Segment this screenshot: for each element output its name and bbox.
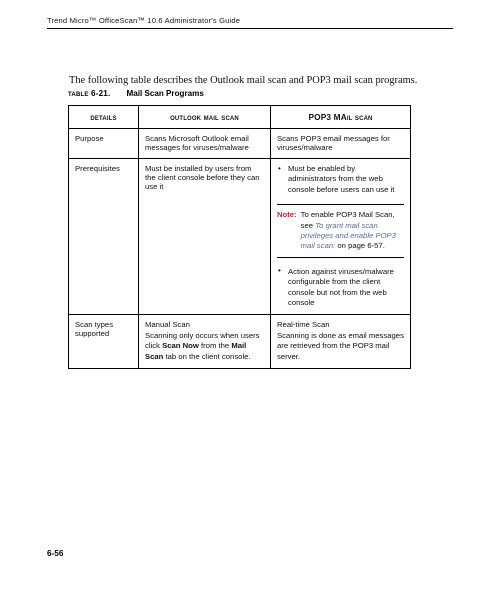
table-row: Scan types supported Manual Scan Scannin…	[68, 314, 411, 370]
note-text-after: on page 6-57.	[335, 241, 385, 251]
row-prerequisites-pop3: Must be enabled by administrators from t…	[270, 157, 411, 316]
intro-paragraph: The following table describes the Outloo…	[69, 75, 418, 87]
table-caption: Table 6-21. Mail Scan Programs	[68, 89, 204, 98]
note-label: Note:	[277, 210, 297, 220]
header-rule	[47, 28, 453, 29]
pop3-scan-type-description: Scanning is done as email messages are r…	[277, 330, 404, 361]
outlook-scan-type-description: Scanning only occurs when users click Sc…	[145, 331, 264, 362]
note-text: To enable POP3 Mail Scan, see To grant m…	[301, 210, 404, 252]
list-item: Must be enabled by administrators from t…	[277, 163, 404, 195]
row-prerequisites-details: Prerequisites	[68, 157, 139, 316]
running-header-text: Trend Micro™ OfficeScan™ 10.6 Administra…	[47, 16, 241, 25]
page-number: 6-56	[47, 549, 64, 558]
row-purpose-outlook: Scans Microsoft Outlook email messages f…	[138, 128, 271, 159]
outlook-scan-type-name: Manual Scan	[145, 320, 190, 330]
scan-now-emphasis: Scan Now	[162, 341, 199, 351]
note-body: Note: To enable POP3 Mail Scan, see To g…	[277, 210, 404, 252]
table-caption-label: Table 6-21.	[68, 89, 111, 98]
mail-scan-programs-table: Details Outlook Mail Scan POP3 MAil Scan…	[68, 105, 411, 370]
outlook-desc-part-2: from the	[198, 341, 232, 351]
row-purpose-details: Purpose	[68, 128, 139, 159]
table-caption-title: Mail Scan Programs	[126, 89, 204, 98]
pop3-prerequisite-bullet-list-top: Must be enabled by administrators from t…	[277, 163, 404, 195]
column-header-pop3-mail-scan: POP3 MAil Scan	[270, 105, 411, 129]
row-prerequisites-outlook: Must be installed by users from the clie…	[138, 157, 271, 316]
row-purpose-pop3: Scans POP3 email messages for viruses/ma…	[270, 128, 411, 159]
table-row: Purpose Scans Microsoft Outlook email me…	[68, 128, 411, 159]
row-scan-types-details: Scan types supported	[68, 314, 139, 370]
note-callout: Note: To enable POP3 Mail Scan, see To g…	[277, 204, 404, 258]
outlook-desc-part-3: tab on the client console.	[163, 351, 251, 361]
column-header-outlook-mail-scan: Outlook Mail Scan	[138, 105, 271, 129]
running-header: Trend Micro™ OfficeScan™ 10.6 Administra…	[47, 16, 453, 29]
row-scan-types-pop3: Real-time Scan Scanning is done as email…	[270, 314, 411, 370]
table-row: Prerequisites Must be installed by users…	[68, 157, 411, 316]
column-header-details: Details	[68, 105, 139, 129]
list-item: Action against viruses/malware configura…	[277, 266, 404, 309]
pop3-scan-type-name: Real-time Scan	[277, 320, 330, 330]
column-header-pop3-prefix: POP3 MA	[308, 112, 347, 122]
row-scan-types-outlook: Manual Scan Scanning only occurs when us…	[138, 314, 271, 370]
document-page: Trend Micro™ OfficeScan™ 10.6 Administra…	[0, 0, 500, 607]
pop3-prerequisite-bullet-list-bottom: Action against viruses/malware configura…	[277, 266, 404, 309]
column-header-pop3-suffix: il Scan	[346, 112, 373, 122]
table-header-row: Details Outlook Mail Scan POP3 MAil Scan	[68, 105, 411, 129]
